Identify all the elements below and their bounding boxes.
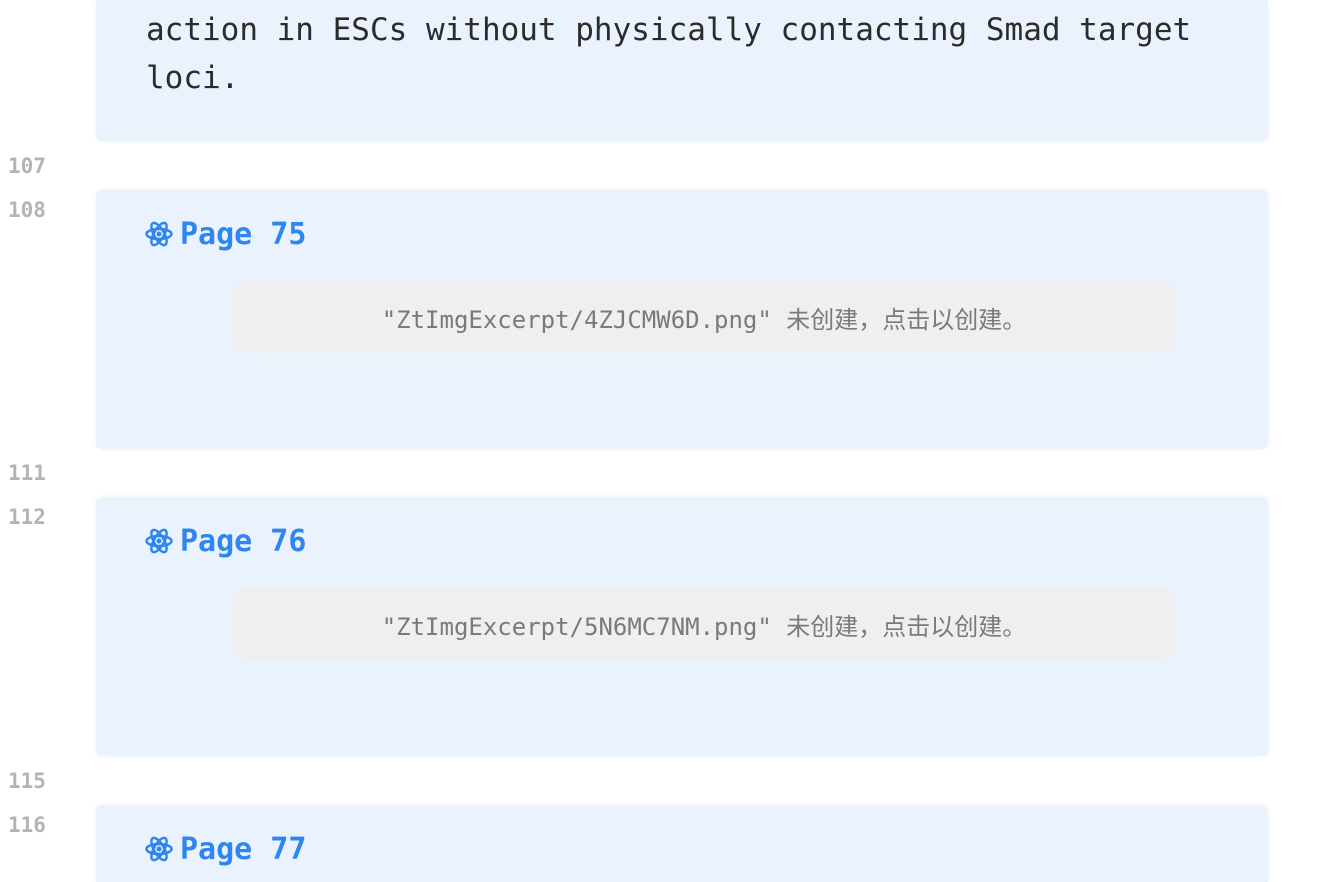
callout-title[interactable]: Page 75 <box>144 212 306 256</box>
image-embed-placeholder[interactable]: "ZtImgExcerpt/5N6MC7NM.png" 未创建，点击以创建。 <box>232 588 1176 660</box>
line-number: 112 <box>8 505 46 529</box>
image-embed-placeholder[interactable]: "ZtImgExcerpt/4ZJCMW6D.png" 未创建，点击以创建。 <box>232 281 1176 353</box>
line-number: 115 <box>8 769 46 793</box>
line-number: 108 <box>8 198 46 222</box>
callout-page-77[interactable]: Page 77 <box>96 805 1268 882</box>
callout-title-text: Page 75 <box>180 216 307 252</box>
line-number: 111 <box>8 461 46 485</box>
atom-icon <box>145 528 173 554</box>
line-number: 107 <box>8 154 46 178</box>
callout-page-75[interactable]: Page 75 "ZtImgExcerpt/4ZJCMW6D.png" 未创建，… <box>96 190 1268 449</box>
callout-title[interactable]: Page 76 <box>144 519 306 563</box>
atom-icon <box>145 221 173 247</box>
callout-page-76[interactable]: Page 76 "ZtImgExcerpt/5N6MC7NM.png" 未创建，… <box>96 497 1268 756</box>
line-number: 116 <box>8 813 46 837</box>
callout-title-text: Page 76 <box>180 523 307 559</box>
callout-title[interactable]: Page 77 <box>144 827 306 871</box>
callout-previous: action in ESCs without physically contac… <box>96 0 1268 141</box>
callout-title-text: Page 77 <box>180 831 307 867</box>
callout-body-text: action in ESCs without physically contac… <box>146 12 1192 96</box>
atom-icon <box>145 836 173 862</box>
